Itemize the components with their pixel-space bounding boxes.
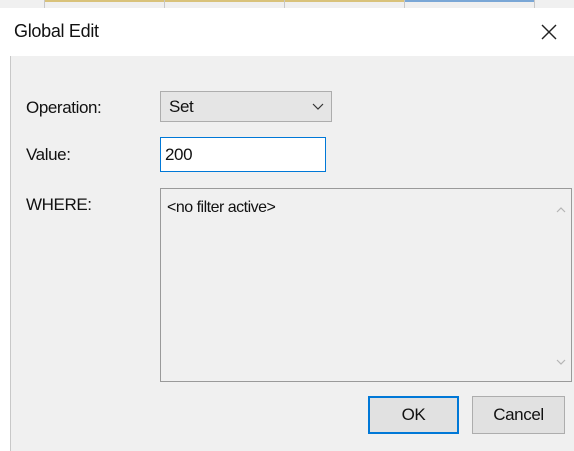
where-scrollbar[interactable] (551, 189, 571, 381)
where-filter-textarea[interactable]: <no filter active> (160, 188, 572, 382)
operation-label: Operation: (26, 98, 102, 117)
scroll-up-arrow-icon[interactable] (554, 203, 568, 217)
background-app-accent (44, 0, 404, 2)
operation-selected-value: Set (169, 97, 194, 116)
background-app-divider (534, 0, 535, 8)
background-app-divider (404, 0, 405, 8)
where-label: WHERE: (26, 195, 92, 214)
operation-dropdown[interactable]: Set (160, 91, 332, 122)
ok-button[interactable]: OK (368, 396, 459, 434)
where-filter-text: <no filter active> (167, 199, 276, 216)
background-app-divider (44, 0, 45, 8)
background-app-divider (164, 0, 165, 8)
close-x-icon (541, 24, 557, 40)
background-app-selection (404, 0, 534, 2)
dialog-body: Operation: Set Value: WHERE: <no filter … (10, 56, 574, 451)
cancel-button[interactable]: Cancel (472, 396, 565, 434)
value-input[interactable] (160, 137, 326, 172)
close-button[interactable] (524, 8, 574, 56)
chevron-down-icon (312, 103, 324, 110)
global-edit-dialog: Global Edit Operation: Set Value: WHERE:… (0, 8, 574, 451)
title-bar[interactable]: Global Edit (0, 8, 574, 56)
background-app-divider (284, 0, 285, 8)
dialog-title: Global Edit (14, 21, 99, 41)
value-label: Value: (26, 145, 71, 164)
scroll-down-arrow-icon[interactable] (554, 355, 568, 369)
